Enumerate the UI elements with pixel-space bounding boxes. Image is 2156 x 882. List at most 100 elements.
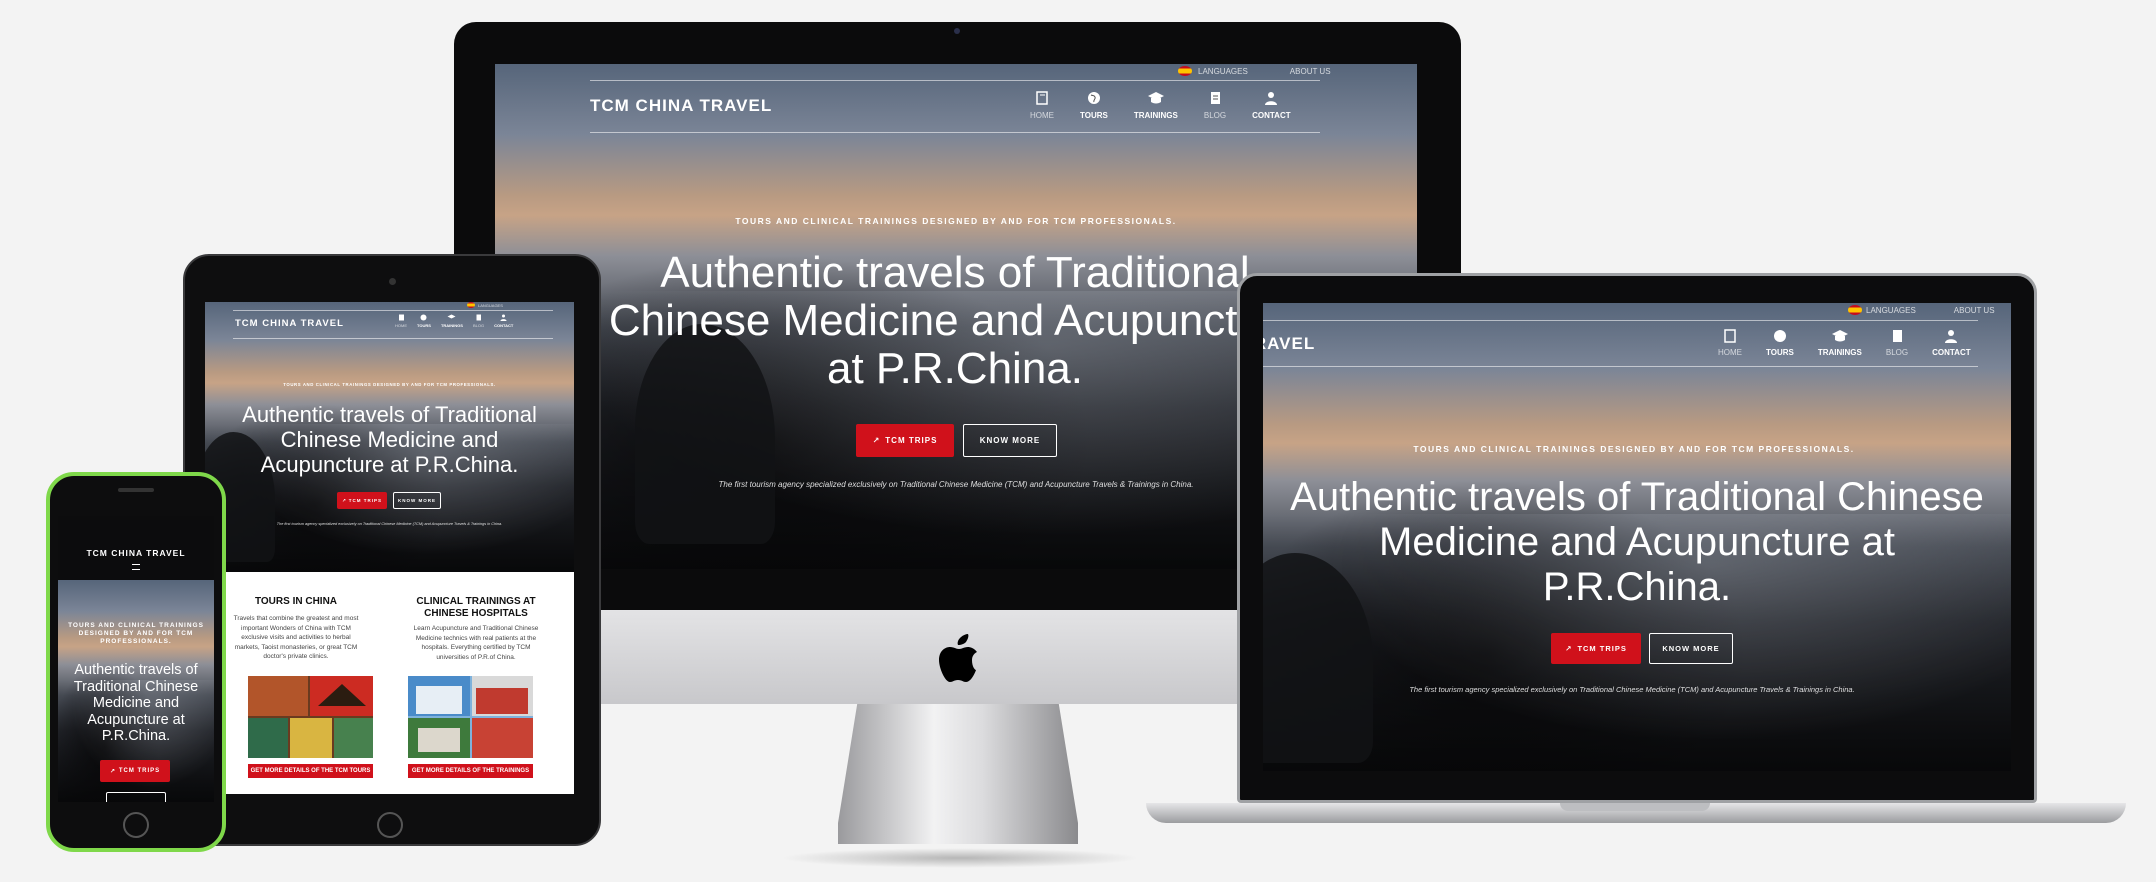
imac-shadow [780, 848, 1140, 868]
tcm-trips-label: TCM TRIPS [1577, 644, 1627, 653]
hero-tagline: TOURS AND CLINICAL TRAININGS DESIGNED BY… [1413, 444, 1855, 454]
menu-item-home[interactable]: HOME [1030, 91, 1054, 120]
menu-label-tours: TOURS [1766, 348, 1794, 357]
laptop-notch [1560, 803, 1710, 811]
phone-header: TCM CHINA TRAVEL [58, 516, 214, 580]
languages-link[interactable]: LANGUAGES [1198, 67, 1248, 76]
menu-item-tours[interactable]: TOURS [1766, 329, 1794, 357]
nav-bottom-divider [590, 132, 1320, 133]
site-logo[interactable]: TCM CHINA TRAVEL [235, 318, 344, 329]
hero-subline: The first tourism agency specialized exc… [276, 522, 503, 526]
about-us-link[interactable]: ABOUT US [1954, 306, 1995, 315]
tours-collage-image [248, 676, 373, 758]
nav-top-divider [233, 310, 553, 311]
spain-flag-icon [1178, 66, 1192, 76]
user-icon [1945, 330, 1958, 343]
hero-headline: Authentic travels of Traditional Chinese… [242, 402, 537, 477]
tablet-home-button [377, 812, 403, 838]
menu-label-tours: TOURS [1080, 111, 1108, 120]
nav-bottom-divider [233, 338, 553, 339]
know-more-button[interactable]: KNOW MORE [963, 424, 1057, 457]
hero-headline: Authentic travels of Traditional Chinese… [1290, 475, 1984, 609]
menu-label-home: HOME [1030, 111, 1054, 120]
graduation-cap-icon [1831, 330, 1848, 342]
menu-item-contact[interactable]: CONTACT [494, 314, 513, 328]
card-text-tours: Travels that combine the greatest and mo… [233, 615, 359, 660]
document-icon [1892, 330, 1902, 342]
menu-label-home: HOME [1718, 348, 1742, 357]
external-link-icon: ↗ [341, 497, 347, 503]
tours-details-button[interactable]: GET MORE DETAILS OF THE TCM TOURS [248, 764, 373, 778]
document-icon [476, 314, 481, 321]
hero-headline: Authentic travels of Traditional Chinese… [608, 248, 1302, 393]
menu-item-home[interactable]: HOME [395, 314, 407, 328]
laptop-screen: LANGUAGES ABOUT US TCM CHINA TRAVEL HOME… [1263, 303, 2011, 771]
globe-icon [420, 314, 427, 321]
globe-icon [1087, 92, 1100, 104]
menu-item-blog[interactable]: BLOG [1204, 91, 1226, 120]
menu-label-blog: BLOG [472, 323, 485, 328]
card-title-trainings: CLINICAL TRAININGS AT CHINESE HOSPITALS [416, 596, 536, 619]
external-link-icon: ↗ [1565, 644, 1573, 653]
menu-label-blog: BLOG [1885, 348, 1909, 357]
external-link-icon: ↗ [109, 768, 116, 775]
nav-top-divider [1263, 320, 1978, 321]
menu-item-tours[interactable]: TOURS [417, 314, 431, 328]
site-logo[interactable]: TCM CHINA TRAVEL [1263, 334, 1315, 354]
laptop-top-links: LANGUAGES ABOUT US [1848, 305, 1995, 315]
hero-tagline: TOURS AND CLINICAL TRAININGS DESIGNED BY… [68, 622, 204, 645]
menu-item-home[interactable]: HOME [1718, 329, 1742, 357]
main-menu: HOME TOURS TRAININGS BLOG CONTACT [395, 314, 513, 328]
hospital-collage-image [408, 676, 533, 758]
trainings-details-button[interactable]: GET MORE DETAILS OF THE TRAININGS [408, 764, 533, 778]
spain-flag-icon [467, 302, 475, 308]
main-menu: HOME TOURS TRAININGS BLOG CONTACT [1718, 329, 1971, 357]
graduation-cap-icon [447, 314, 456, 319]
spain-flag-icon [1848, 305, 1862, 315]
phone-screen: TCM CHINA TRAVEL TOURS AND CLINICAL TRAI… [58, 516, 214, 802]
know-more-button[interactable]: KNOW MORE [1649, 633, 1733, 664]
hero-tagline: TOURS AND CLINICAL TRAININGS DESIGNED BY… [283, 382, 496, 387]
book-icon [1724, 329, 1736, 343]
site-logo[interactable]: TCM CHINA TRAVEL [590, 96, 772, 116]
menu-item-contact[interactable]: CONTACT [1252, 91, 1291, 120]
tcm-trips-label: TCM TRIPS [118, 768, 161, 774]
menu-item-trainings[interactable]: TRAININGS [441, 314, 463, 328]
tablet-top-links: LANGUAGES [467, 302, 503, 308]
languages-link[interactable]: LANGUAGES [1866, 306, 1916, 315]
tablet-cards-section: TOURS IN CHINA Travels that combine the … [205, 572, 574, 794]
site-logo[interactable]: TCM CHINA TRAVEL [58, 548, 214, 558]
menu-label-home: HOME [395, 323, 407, 328]
tcm-trips-button[interactable]: ↗ TCM TRIPS [1551, 633, 1641, 664]
menu-label-blog: BLOG [1203, 111, 1227, 120]
menu-item-tours[interactable]: TOURS [1080, 91, 1108, 120]
languages-link[interactable]: LANGUAGES [478, 303, 503, 308]
hamburger-menu-icon[interactable] [132, 564, 140, 570]
globe-icon [1773, 330, 1786, 342]
menu-item-trainings[interactable]: TRAININGS [1134, 91, 1178, 120]
tcm-trips-button[interactable]: ↗ TCM TRIPS [337, 492, 387, 509]
hero-tagline: TOURS AND CLINICAL TRAININGS DESIGNED BY… [735, 216, 1177, 226]
menu-label-tours: TOURS [417, 323, 431, 328]
user-icon [1265, 92, 1278, 105]
menu-item-blog[interactable]: BLOG [1886, 329, 1908, 357]
imac-camera [954, 28, 960, 34]
document-icon [1210, 92, 1220, 104]
graduation-cap-icon [1147, 92, 1164, 104]
menu-item-trainings[interactable]: TRAININGS [1818, 329, 1862, 357]
menu-item-contact[interactable]: CONTACT [1932, 329, 1971, 357]
know-more-button[interactable] [106, 792, 166, 802]
know-more-button[interactable]: KNOW MORE [393, 492, 441, 509]
tcm-trips-button[interactable]: ↗ TCM TRIPS [856, 424, 954, 457]
card-text-trainings: Learn Acupuncture and Traditional Chines… [413, 625, 539, 661]
menu-label-trainings: TRAININGS [1133, 111, 1178, 120]
tcm-trips-label: TCM TRIPS [348, 498, 383, 503]
main-menu: HOME TOURS TRAININGS BLOG CONTACT [1030, 91, 1291, 120]
phone-hero: TOURS AND CLINICAL TRAININGS DESIGNED BY… [58, 580, 214, 802]
about-us-link[interactable]: ABOUT US [1290, 67, 1331, 76]
menu-item-blog[interactable]: BLOG [473, 314, 484, 328]
tcm-trips-button[interactable]: ↗ TCM TRIPS [100, 760, 170, 782]
tablet-screen: LANGUAGES TCM CHINA TRAVEL HOME TOURS TR… [205, 302, 574, 572]
apple-logo-icon [939, 634, 977, 682]
external-link-icon: ↗ [872, 436, 881, 445]
